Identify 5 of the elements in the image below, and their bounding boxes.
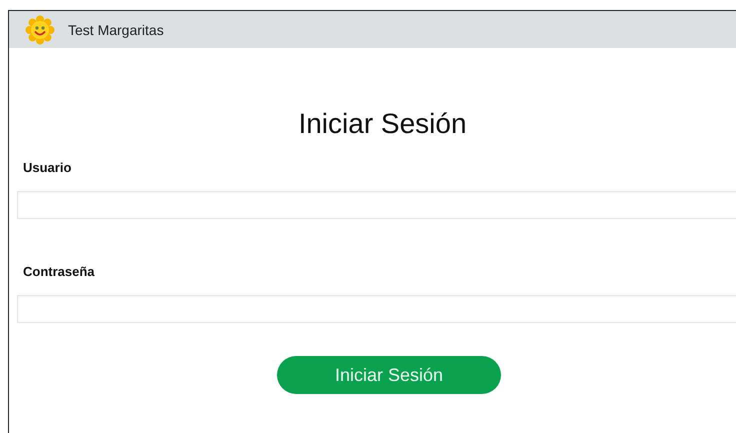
app-title: Test Margaritas	[68, 22, 164, 38]
field-label: Usuario	[23, 160, 72, 176]
login-button[interactable]: Iniciar Sesión	[277, 356, 501, 394]
page-heading: Iniciar Sesión	[297, 107, 468, 141]
field-label: Contraseña	[23, 264, 96, 280]
